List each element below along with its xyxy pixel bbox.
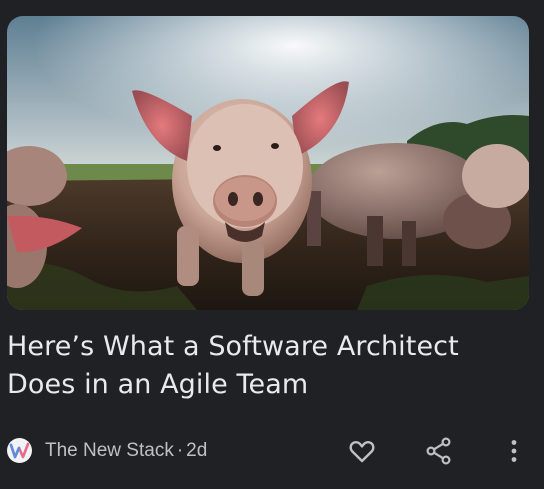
pig-photo bbox=[7, 16, 529, 310]
more-options-button[interactable] bbox=[499, 436, 529, 466]
share-button[interactable] bbox=[424, 436, 454, 466]
article-headline[interactable]: Here’s What a Software Architect Does in… bbox=[7, 328, 527, 404]
headline-line-1: Here’s What a Software Architect bbox=[7, 331, 459, 362]
article-meta-row: The New Stack · 2d bbox=[7, 433, 529, 467]
share-icon bbox=[426, 437, 451, 465]
headline-line-2: Does in an Agile Team bbox=[7, 369, 309, 400]
article-age: 2d bbox=[186, 440, 208, 461]
news-card[interactable]: Here’s What a Software Architect Does in… bbox=[0, 0, 544, 489]
source-line[interactable]: The New Stack · 2d bbox=[45, 440, 207, 462]
more-vert-icon bbox=[511, 440, 517, 462]
source-logo-icon bbox=[7, 438, 32, 463]
separator: · bbox=[176, 440, 184, 461]
heart-outline-icon bbox=[349, 441, 375, 463]
article-image[interactable] bbox=[7, 16, 529, 310]
like-button[interactable] bbox=[347, 436, 377, 466]
source-name: The New Stack bbox=[45, 440, 174, 461]
